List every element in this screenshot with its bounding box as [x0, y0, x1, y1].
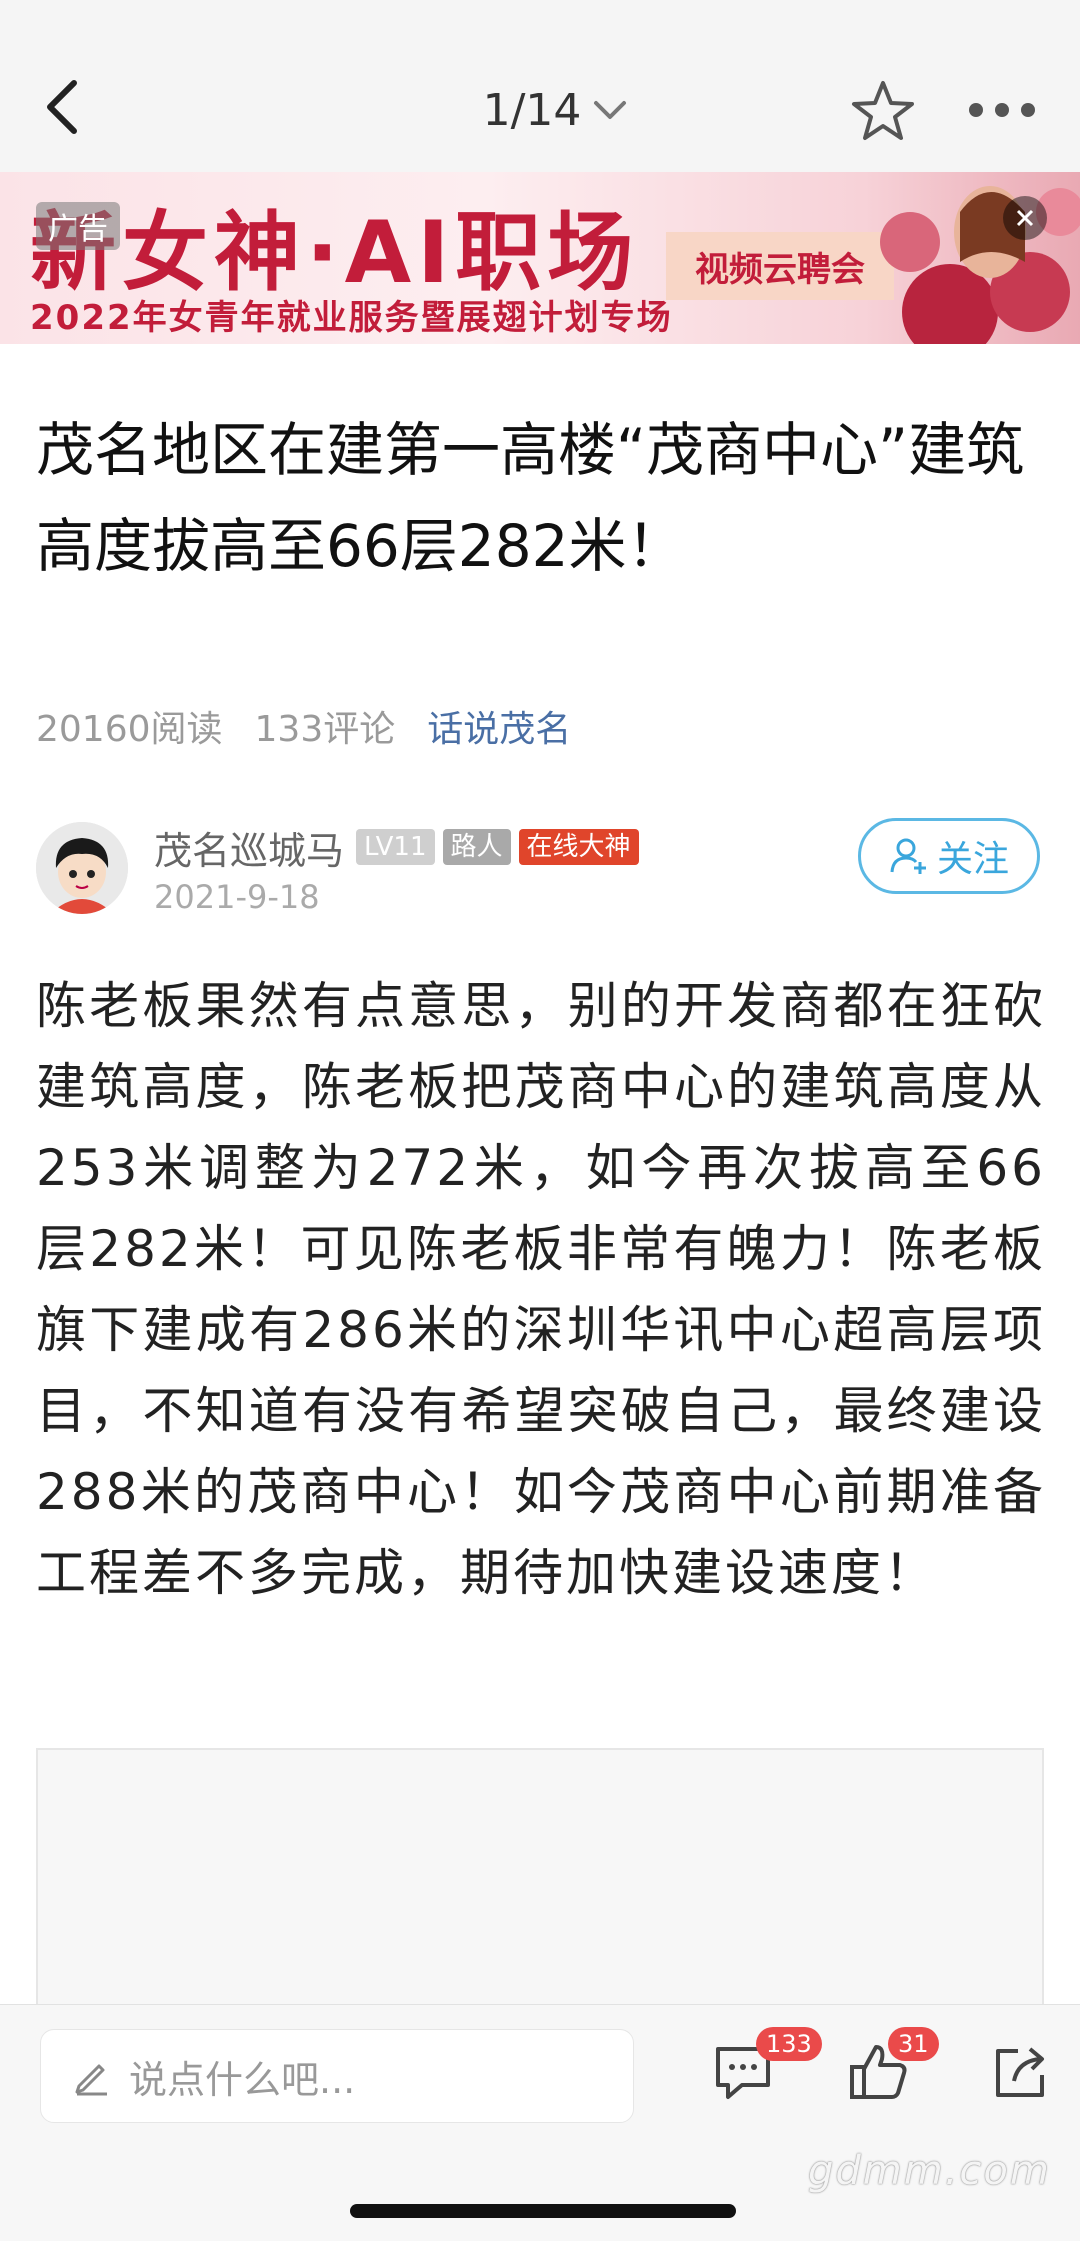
ad-subtitle: 2022年女青年就业服务暨展翅计划专场 — [30, 298, 673, 338]
author-name-row: 茂名巡城马 LV11 路人 在线大神 — [154, 820, 639, 875]
article-meta: 20160阅读 133评论 话说茂名 — [36, 700, 571, 752]
more-options-icon[interactable] — [964, 88, 1040, 132]
role-badge: 路人 — [442, 829, 511, 865]
avatar[interactable] — [36, 822, 128, 914]
article-body: 陈老板果然有点意思，别的开发商都在狂砍建筑高度，陈老板把茂商中心的建筑高度从25… — [36, 977, 1046, 1602]
honor-badge: 在线大神 — [518, 829, 639, 865]
comment-count-text: 133评论 — [254, 709, 396, 750]
level-badge: LV11 — [356, 829, 435, 865]
like-count-badge: 31 — [888, 2027, 939, 2061]
ad-title: 新女神·AI职场 — [30, 203, 640, 303]
back-button[interactable] — [34, 72, 90, 142]
author-name[interactable]: 茂名巡城马 — [154, 820, 344, 875]
close-icon — [1016, 209, 1034, 227]
comment-placeholder: 说点什么吧... — [129, 2057, 356, 2102]
author-row: 茂名巡城马 LV11 路人 在线大神 2021-9-18 关注 — [36, 818, 1046, 918]
ad-artwork — [880, 186, 1080, 344]
avatar-cartoon-icon — [36, 822, 128, 914]
like-button[interactable]: 31 — [848, 2027, 939, 2111]
share-icon — [996, 2047, 1044, 2097]
ad-close-button[interactable] — [1003, 196, 1047, 240]
post-date: 2021-9-18 — [154, 878, 320, 916]
add-user-icon — [890, 838, 926, 874]
pencil-icon — [75, 2064, 107, 2096]
ad-banner[interactable]: 新女神·AI职场 广告 2022年女青年就业服务暨展翅计划专场 视频云聘会 — [0, 172, 1080, 344]
share-button[interactable] — [990, 2041, 1060, 2111]
follow-button[interactable]: 关注 — [858, 818, 1040, 894]
top-nav-bar: 1/14 — [0, 0, 1080, 172]
comment-input[interactable]: 说点什么吧... — [40, 2029, 634, 2123]
read-count: 20160阅读 — [36, 709, 223, 750]
home-indicator[interactable] — [350, 2204, 736, 2218]
ad-tag: 广告 — [36, 202, 120, 250]
article-title: 茂名地区在建第一高楼“茂商中心”建筑高度拔高至66层282米！ — [36, 416, 1025, 580]
comment-count-badge: 133 — [756, 2027, 822, 2061]
watermark: gdmm.com — [808, 2148, 1051, 2194]
chevron-down-icon — [594, 101, 627, 119]
image-placeholder — [36, 1748, 1044, 2008]
comments-button[interactable]: 133 — [712, 2027, 822, 2111]
page-indicator: 1/14 — [482, 84, 582, 136]
follow-label: 关注 — [936, 839, 1009, 880]
page-selector[interactable]: 1/14 — [440, 78, 670, 142]
topic-link[interactable]: 话说茂名 — [427, 700, 571, 752]
chevron-left-icon — [47, 80, 77, 134]
ad-cta-button[interactable]: 视频云聘会 — [666, 232, 894, 300]
favorite-star-icon[interactable] — [850, 78, 916, 144]
